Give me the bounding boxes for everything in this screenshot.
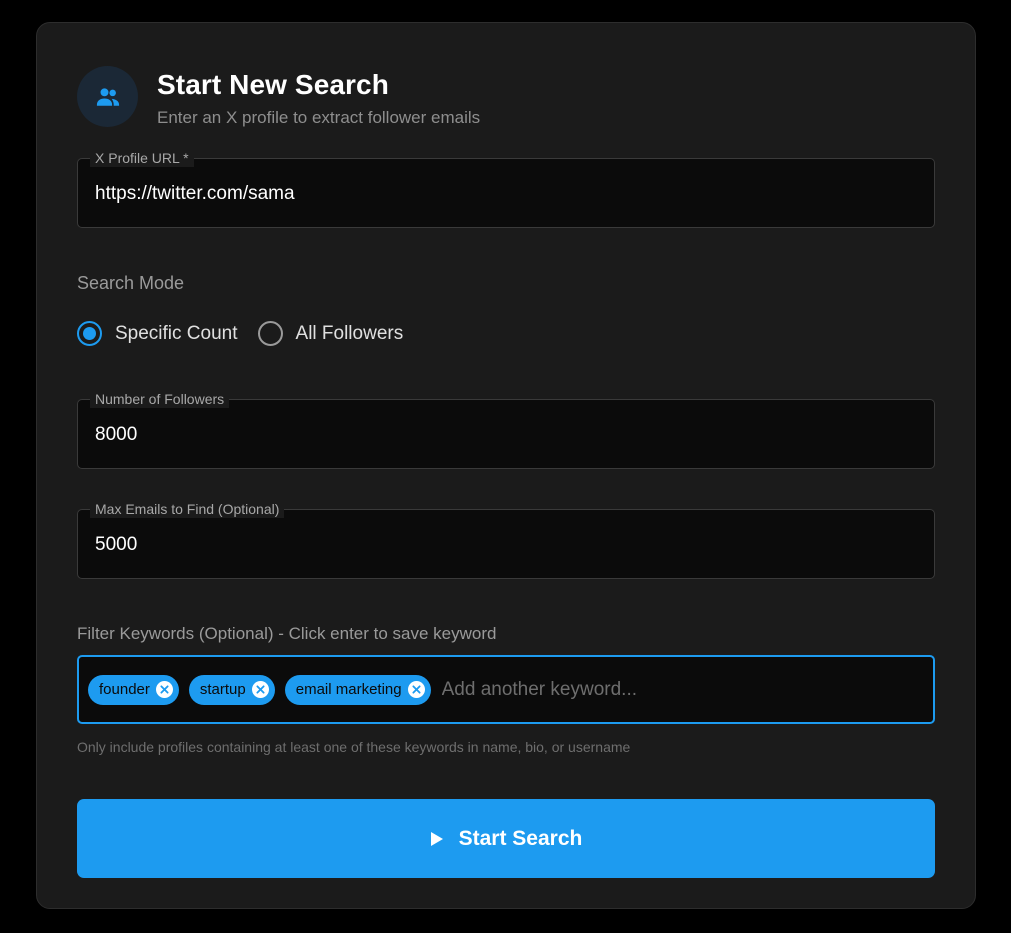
page-title: Start New Search xyxy=(157,69,389,100)
search-mode-label: Search Mode xyxy=(77,273,185,293)
followers-count-label: Number of Followers xyxy=(90,390,230,408)
max-emails-field[interactable]: Max Emails to Find (Optional) 5000 xyxy=(77,500,935,579)
profile-url-field[interactable]: X Profile URL * https://twitter.com/sama xyxy=(77,149,935,228)
radio-specific-count[interactable]: Specific Count xyxy=(77,321,238,346)
keyword-input[interactable] xyxy=(441,678,742,701)
close-icon[interactable] xyxy=(251,681,269,698)
radio-all-followers[interactable]: All Followers xyxy=(257,321,404,346)
radio-specific-count-circle[interactable] xyxy=(77,321,102,346)
followers-count-field[interactable]: Number of Followers 8000 xyxy=(77,390,935,469)
keyword-chip-text: startup xyxy=(199,681,246,698)
keyword-chip: startup xyxy=(188,674,275,705)
search-card: Start New Search Enter an X profile to e… xyxy=(36,22,976,909)
radio-specific-count-label: Specific Count xyxy=(115,322,238,344)
start-search-label: Start Search xyxy=(458,826,583,850)
keyword-chip-text: email marketing xyxy=(295,681,402,698)
keywords-input-box[interactable]: founder startup email marketing xyxy=(77,655,935,724)
close-icon[interactable] xyxy=(155,681,173,698)
play-icon xyxy=(430,831,443,846)
radio-all-followers-label: All Followers xyxy=(295,322,404,344)
search-mode-radio-group: Specific Count All Followers xyxy=(77,321,423,346)
people-group-icon xyxy=(96,87,119,106)
keywords-helper-text: Only include profiles containing at leas… xyxy=(77,739,631,755)
radio-all-followers-circle[interactable] xyxy=(257,321,283,346)
max-emails-label: Max Emails to Find (Optional) xyxy=(90,500,285,518)
profile-url-value[interactable]: https://twitter.com/sama xyxy=(95,183,295,205)
keyword-chip: email marketing xyxy=(284,674,431,705)
header-avatar xyxy=(77,66,138,127)
keyword-chip: founder xyxy=(88,674,179,705)
profile-url-label: X Profile URL * xyxy=(90,149,194,167)
filter-keywords-label: Filter Keywords (Optional) - Click enter… xyxy=(77,624,497,643)
keyword-chip-text: founder xyxy=(99,681,150,698)
start-search-button[interactable]: Start Search xyxy=(77,799,935,878)
close-icon[interactable] xyxy=(407,681,425,698)
max-emails-value[interactable]: 5000 xyxy=(95,534,137,556)
followers-count-value[interactable]: 8000 xyxy=(95,424,137,446)
page-subtitle: Enter an X profile to extract follower e… xyxy=(157,108,481,127)
